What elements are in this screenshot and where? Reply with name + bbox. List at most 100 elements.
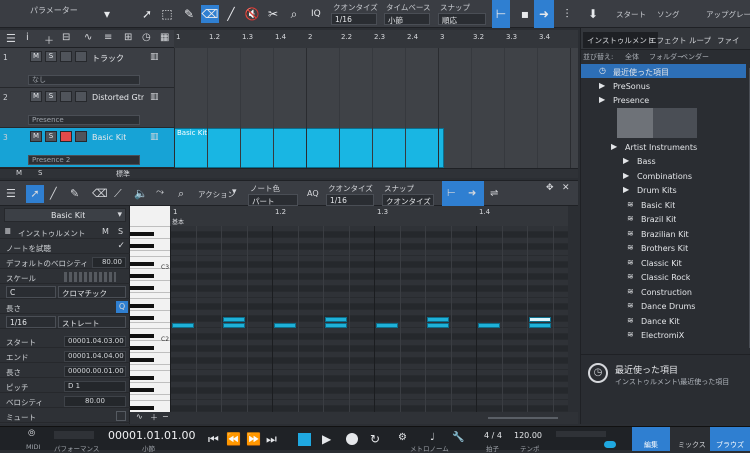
tab-files[interactable]: ファイ — [713, 32, 744, 48]
rewind-icon[interactable]: ⏪ — [226, 432, 241, 446]
monitor-button[interactable] — [75, 91, 87, 102]
browser-item[interactable]: ≋ Basic Kit — [581, 198, 746, 212]
info-icon[interactable]: i — [26, 32, 29, 43]
white-key[interactable] — [130, 256, 170, 257]
white-key[interactable] — [130, 238, 170, 239]
black-key[interactable] — [130, 388, 154, 392]
menu-icon[interactable]: ☰ — [6, 32, 16, 45]
black-key[interactable] — [130, 376, 154, 380]
length-q-button[interactable]: Q — [116, 301, 128, 313]
midi-note[interactable] — [325, 316, 347, 322]
browse-view-button[interactable]: ブラウズ — [710, 427, 750, 451]
browser-item[interactable]: ▶ Presence — [581, 93, 746, 107]
end-field[interactable]: 00001.04.04.00 — [64, 351, 126, 362]
len-field[interactable]: 00000.00.01.00 — [64, 366, 126, 377]
action-chevron-icon[interactable]: ▾ — [232, 187, 237, 197]
tab-loops[interactable]: ループ — [685, 32, 715, 48]
arrangement-ruler[interactable]: 1 1.2 1.3 1.4 2 2.2 2.3 2.4 3 3.2 3.3 3.4 — [174, 30, 578, 48]
midi-note[interactable] — [529, 316, 551, 322]
editor-snap-select[interactable]: クオンタイズ — [382, 194, 434, 206]
pencil-tool-icon[interactable]: ✎ — [180, 5, 198, 23]
range-tool-icon[interactable]: ⬚ — [158, 5, 176, 23]
length-type-select[interactable]: ストレート — [58, 316, 126, 328]
black-key[interactable] — [130, 232, 154, 236]
rewind-start-icon[interactable]: ⏮ — [208, 432, 219, 447]
mixer-icon[interactable]: ≡ — [104, 32, 112, 43]
inspector-m-button[interactable]: M — [102, 227, 109, 236]
snap-toggle-button[interactable]: ⊢ — [492, 0, 510, 28]
track-row[interactable]: 2 M S Distorted Gtr ▥ Presence — [0, 88, 174, 128]
midi-note[interactable] — [427, 316, 449, 322]
white-key[interactable] — [130, 352, 170, 353]
scale-type-select[interactable]: クロマチック — [58, 286, 126, 298]
midi-note[interactable] — [172, 322, 194, 328]
monitor-button[interactable] — [75, 51, 87, 62]
editor-follow-toggle[interactable]: ➜ — [464, 181, 484, 207]
piano-keyboard[interactable]: C3 C2 — [130, 206, 170, 412]
aq-button[interactable]: AQ — [307, 189, 319, 198]
black-key[interactable] — [130, 346, 154, 350]
solo-button[interactable]: S — [45, 91, 57, 102]
track-row[interactable]: 3 M S Basic Kit ▥ Presence 2 — [0, 128, 174, 168]
midi-note[interactable] — [427, 322, 449, 328]
white-key[interactable] — [130, 310, 170, 311]
settings-icon[interactable]: ⚙ — [398, 432, 407, 443]
black-key[interactable] — [130, 358, 154, 362]
record-arm-button[interactable] — [60, 51, 72, 62]
white-key[interactable] — [130, 400, 170, 401]
mute-tool-icon[interactable]: 🔇 — [243, 5, 261, 23]
browser-item[interactable]: ≋ Classic Rock — [581, 270, 746, 284]
browser-item[interactable]: ▶ Combinations — [581, 169, 746, 183]
forward-end-icon[interactable]: ⏭ — [266, 432, 277, 447]
midi-note[interactable] — [376, 322, 398, 328]
inspector-s-button[interactable]: S — [118, 227, 123, 236]
song-button[interactable]: ソング — [657, 9, 680, 20]
midi-note[interactable] — [223, 322, 245, 328]
browser-item[interactable]: ≋ Brazilian Kit — [581, 227, 746, 241]
editor-menu-icon[interactable]: ☰ — [6, 187, 16, 200]
loop-icon[interactable]: ↻ — [370, 432, 380, 446]
zoom-slider[interactable] — [488, 417, 558, 419]
white-key[interactable] — [130, 322, 170, 323]
upgrade-button[interactable]: アップグレード — [706, 9, 750, 20]
black-key[interactable] — [130, 286, 154, 290]
default-velocity-field[interactable]: 80.00 — [92, 257, 126, 268]
paint-tool-icon[interactable]: ╱ — [222, 5, 240, 23]
toggle-switch[interactable] — [604, 441, 616, 448]
edit-view-button[interactable]: 編集 — [632, 427, 670, 451]
browser-item[interactable]: ▶ Artist Instruments — [581, 140, 746, 154]
checkmark-icon[interactable]: ✓ — [117, 241, 125, 251]
browser-item[interactable]: ▶ Drum Kits — [581, 183, 746, 197]
snap-select[interactable]: 順応 — [438, 13, 486, 25]
arrangement-grid[interactable]: Basic Kit — [174, 48, 578, 168]
black-key[interactable] — [130, 274, 154, 278]
black-key[interactable] — [130, 244, 154, 248]
stop-marker-icon[interactable]: ▪ — [516, 5, 534, 23]
record-button[interactable] — [346, 433, 358, 445]
scene-icon[interactable]: ⊞ — [124, 32, 132, 43]
white-key[interactable] — [130, 250, 170, 251]
quantize-select[interactable]: 1/16 — [331, 13, 377, 25]
download-icon[interactable]: ⬇ — [584, 5, 602, 23]
editor-eraser-icon[interactable]: ⌫ — [92, 187, 108, 200]
editor-remove-icon[interactable]: − — [162, 412, 169, 421]
mix-view-button[interactable]: ミックス — [670, 427, 710, 451]
black-key[interactable] — [130, 262, 154, 266]
track-instrument-select[interactable]: Presence 2 — [28, 155, 140, 165]
black-key[interactable] — [130, 304, 154, 308]
white-key[interactable] — [130, 382, 170, 383]
track-row[interactable]: 1 M S トラック ▥ なし — [0, 48, 174, 88]
editor-add-icon[interactable]: ＋ — [150, 412, 158, 423]
white-key[interactable] — [130, 292, 170, 293]
start-button[interactable]: スタート — [616, 9, 646, 20]
editor-line-icon[interactable]: ⟋ — [114, 187, 122, 201]
browser-item[interactable]: ▶ PreSonus — [581, 79, 746, 93]
tab-effects[interactable]: エフェクト — [645, 32, 691, 48]
record-arm-button[interactable] — [60, 91, 72, 102]
midi-note[interactable] — [478, 322, 500, 328]
length-value-select[interactable]: 1/16 — [6, 316, 56, 328]
white-key[interactable] — [130, 298, 170, 299]
editor-arrow-icon[interactable]: ➚ — [26, 185, 44, 203]
instrument-select[interactable]: Basic Kit ▾ — [4, 208, 126, 222]
white-key[interactable] — [130, 370, 170, 371]
